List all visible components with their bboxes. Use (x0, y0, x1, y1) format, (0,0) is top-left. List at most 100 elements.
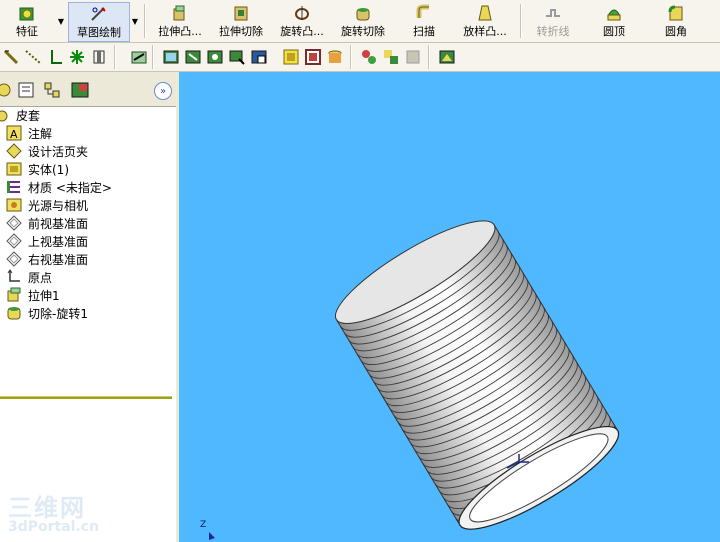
section-view-icon[interactable] (326, 48, 344, 66)
fillet-label: 圆角 (665, 25, 687, 38)
revolve-cut-button[interactable]: 旋转切除 (336, 2, 390, 40)
sweep-icon (416, 4, 429, 18)
model-view (209, 220, 620, 540)
display-manager-tab-icon[interactable] (70, 80, 90, 100)
extrude-boss-icon (173, 5, 185, 21)
zoom-fit-icon[interactable] (184, 48, 202, 66)
extrude-feature-icon (7, 287, 21, 302)
revolve-boss-button[interactable]: 旋转凸... (272, 2, 332, 40)
zoom-in-out-icon[interactable] (228, 48, 246, 66)
dome-label: 圆顶 (603, 25, 625, 38)
tree-item-front-plane[interactable]: 前视基准面 (0, 214, 172, 232)
command-manager-toolbar: 特征 ▼ 草图绘制 ▼ 拉伸凸... 拉伸切除 旋转凸... 旋转切除 扫描 放… (0, 0, 720, 43)
sketch-tools-toolbar (0, 43, 720, 72)
sweep-label: 扫描 (413, 25, 435, 38)
panel-tabs: » (0, 72, 176, 107)
edit-sketch-icon[interactable] (130, 48, 148, 66)
feature-manager-panel: » 皮套 A 注解 设计活页夹 实体(1) 材质 <未指定> 光源与相机 前视基… (0, 72, 179, 542)
feature-tree-tab-icon[interactable] (0, 80, 14, 100)
revolve-cut-icon (356, 8, 370, 21)
collapse-panel-button[interactable]: » (154, 82, 172, 100)
tree-item-design-binder[interactable]: 设计活页夹 (0, 142, 172, 160)
fillet-button[interactable]: 圆角 (656, 2, 696, 40)
tree-item-cut-revolve1[interactable]: 切除-旋转1 (0, 304, 172, 322)
tree-item-label: 前视基准面 (28, 216, 89, 231)
annotations-icon: A (6, 125, 22, 141)
rotate-view-icon[interactable] (250, 48, 268, 66)
property-manager-tab-icon[interactable] (16, 80, 36, 100)
tab-features-label: 特征 (16, 25, 38, 38)
tab-sketch-label: 草图绘制 (77, 26, 121, 39)
reference-geometry-icon[interactable] (90, 48, 108, 66)
revolve-boss-icon (295, 6, 309, 20)
solid-bodies-icon (6, 162, 22, 176)
tree-item-extrude1[interactable]: 拉伸1 (0, 286, 172, 304)
material-icon (7, 181, 20, 193)
shaded-display-icon[interactable] (282, 48, 300, 66)
zoom-area-icon[interactable] (206, 48, 224, 66)
jog-line-icon (546, 9, 560, 17)
origin-icon (7, 269, 20, 282)
configuration-manager-tab-icon[interactable] (42, 80, 62, 100)
revolve-cut-feature-icon (7, 307, 21, 320)
revolve-boss-label: 旋转凸... (280, 25, 324, 38)
tree-item-solid-bodies[interactable]: 实体(1) (0, 160, 172, 178)
fillet-icon (668, 5, 683, 21)
sweep-button[interactable]: 扫描 (404, 2, 444, 40)
tree-item-label: 光源与相机 (28, 198, 89, 213)
threaded-sleeve-model (334, 220, 620, 530)
feature-icon (19, 7, 34, 21)
tree-root-label: 皮套 (16, 108, 41, 123)
feature-tree: 皮套 A 注解 设计活页夹 实体(1) 材质 <未指定> 光源与相机 前视基准面 (0, 106, 172, 322)
tab-sketch[interactable]: 草图绘制 (68, 2, 130, 42)
tree-item-lights-cameras[interactable]: 光源与相机 (0, 196, 172, 214)
tree-root[interactable]: 皮套 (0, 106, 172, 124)
loft-label: 放样凸... (463, 25, 507, 38)
revolve-cut-label: 旋转切除 (341, 25, 385, 38)
loft-button[interactable]: 放样凸... (454, 2, 516, 40)
tree-item-label: 右视基准面 (28, 252, 89, 267)
appearance-icon[interactable] (360, 48, 378, 66)
watermark-line2: 3dPortal.cn (8, 519, 100, 535)
decals-icon[interactable] (404, 48, 422, 66)
view-orientation-icon[interactable] (162, 48, 180, 66)
line-icon[interactable] (24, 48, 42, 66)
toolbar-separator (152, 45, 154, 69)
sketch-dropdown-arrow[interactable]: ▼ (130, 4, 140, 38)
features-dropdown-arrow[interactable]: ▼ (56, 4, 66, 38)
design-binder-icon (6, 143, 22, 159)
hidden-lines-icon[interactable] (304, 48, 322, 66)
extrude-cut-icon (234, 6, 248, 21)
plane-icon (6, 233, 22, 249)
part-icon (0, 110, 8, 122)
smart-dimension-icon[interactable] (2, 48, 20, 66)
extrude-cut-button[interactable]: 拉伸切除 (214, 2, 268, 40)
tree-item-annotations[interactable]: A 注解 (0, 124, 172, 142)
point-icon[interactable] (68, 48, 86, 66)
loft-icon (478, 5, 492, 21)
rollback-bar[interactable] (0, 396, 172, 399)
tree-item-label: 材质 <未指定> (28, 180, 112, 195)
jog-line-button[interactable]: 转折线 (528, 2, 578, 40)
tree-item-right-plane[interactable]: 右视基准面 (0, 250, 172, 268)
tree-item-top-plane[interactable]: 上视基准面 (0, 232, 172, 250)
tab-features[interactable]: 特征 (2, 2, 52, 40)
render-icon[interactable] (438, 48, 456, 66)
scene-icon[interactable] (382, 48, 400, 66)
toolbar-separator (428, 45, 430, 69)
toolbar-separator (520, 4, 522, 38)
tree-item-origin[interactable]: 原点 (0, 268, 172, 286)
z-axis-label: Z (200, 520, 207, 530)
watermark-line1: 三维网 (8, 494, 86, 522)
toolbar-separator (144, 4, 146, 38)
coordinate-icon[interactable] (46, 48, 64, 66)
extrude-cut-label: 拉伸切除 (219, 25, 263, 38)
tree-item-label: 设计活页夹 (28, 144, 89, 159)
svg-text:A: A (10, 128, 18, 141)
graphics-viewport[interactable] (179, 72, 720, 542)
extrude-boss-button[interactable]: 拉伸凸... (150, 2, 210, 40)
tree-item-material[interactable]: 材质 <未指定> (0, 178, 172, 196)
dome-button[interactable]: 圆顶 (594, 2, 634, 40)
plane-icon (6, 251, 22, 267)
axis-triad (209, 532, 215, 540)
